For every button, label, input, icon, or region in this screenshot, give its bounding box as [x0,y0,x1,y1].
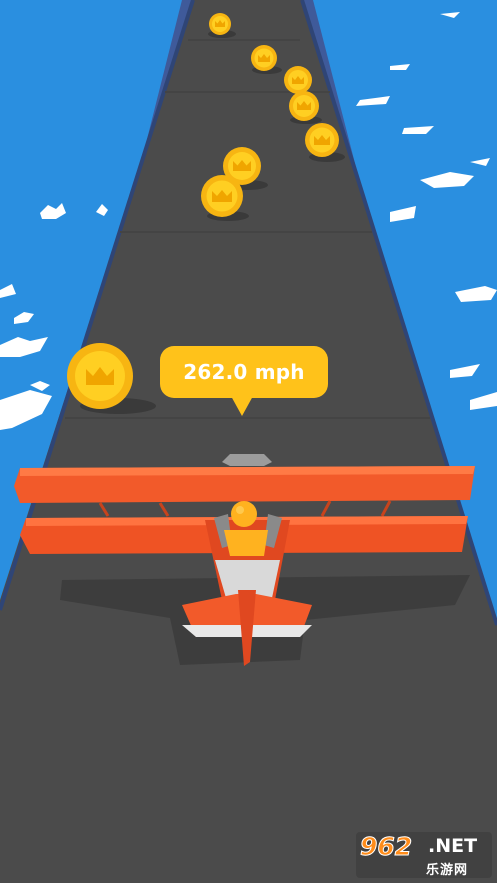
watermark-number: 962 [359,832,413,862]
watermark-subtitle: 乐游网 [426,863,469,878]
speed-indicator: 262.0 mph [160,346,328,398]
watermark-domain: .NET [428,835,478,857]
propeller [222,454,272,466]
speed-indicator-tail [231,396,253,416]
game-screen[interactable]: 262.0 mph 962 .NET 乐游网 [0,0,497,883]
game-scene [0,0,497,883]
watermark-logo: 962 .NET 乐游网 [356,832,492,878]
speed-label: 262.0 mph [183,360,305,384]
coin [284,66,312,94]
